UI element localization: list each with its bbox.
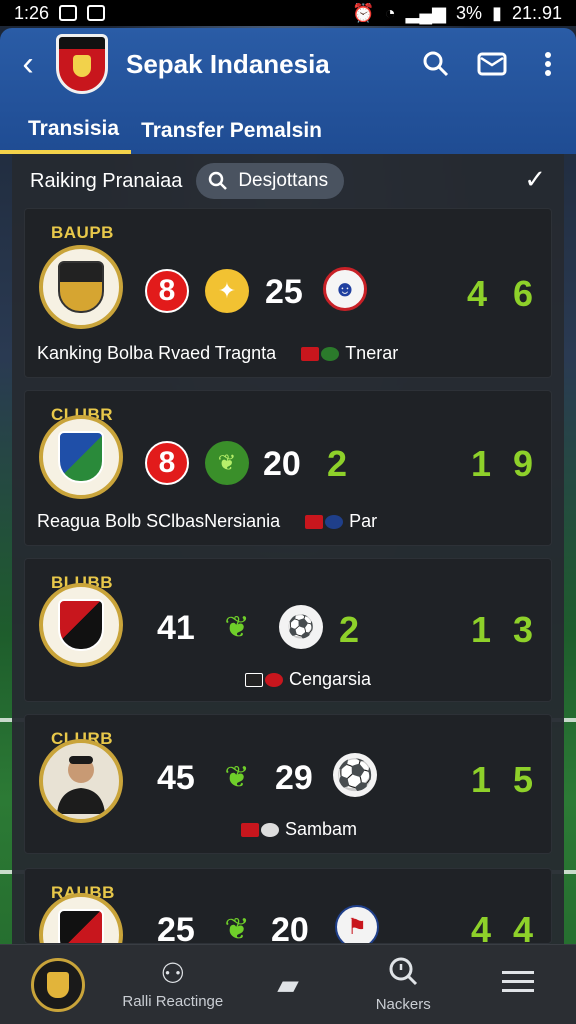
club-home-icon	[30, 957, 85, 1012]
search-chip-label: Desjottans	[238, 170, 329, 191]
app-bar: ‹ Sepak Indanesia Transisia Transfer Pem…	[0, 28, 576, 154]
mini-flags	[301, 347, 340, 362]
search-icon	[209, 171, 228, 190]
battery-percent: 3%	[456, 2, 483, 23]
club-crest	[39, 583, 123, 667]
menu-icon	[502, 969, 535, 1001]
soccer-ball-icon: ⚽	[333, 753, 377, 797]
leaf-icon: ❦	[224, 912, 250, 944]
card-subtitle-extra: Cengarsia	[289, 669, 372, 689]
stat-number: 41	[157, 609, 195, 647]
mini-flags	[241, 823, 279, 838]
score-b: 5	[513, 759, 534, 800]
bottom-nav: ⚇ Ralli Reactinge ▰ Nackers	[0, 944, 576, 1024]
lion-icon: ✦	[205, 269, 249, 313]
nav-news[interactable]: ▰	[230, 945, 345, 1024]
card-subtitle: Reagua Bolb SClbasNersiania Par	[37, 511, 377, 532]
newspaper-icon: ▰	[277, 968, 299, 1000]
club-mascot-icon: ☻	[323, 267, 367, 311]
club-crest	[39, 245, 123, 329]
more-vert-icon[interactable]	[520, 28, 576, 100]
stat-number-green: 2	[339, 609, 360, 650]
tab-bar: Transisia Transfer Pemalsin	[0, 108, 334, 154]
mini-flags	[245, 673, 283, 688]
score-b: 4	[513, 909, 534, 944]
card-subtitle-text: Reagua Bolb SClbasNersiania	[37, 511, 281, 531]
filter-label: Raiking Pranaiaa	[30, 169, 183, 192]
stat-number: 29	[275, 759, 313, 797]
wifi-icon: ◔	[384, 2, 396, 23]
score-a: 1	[471, 609, 492, 650]
status-time-right: 21:.91	[511, 2, 562, 23]
club-tag: BAUPB	[51, 223, 114, 242]
mini-flags	[305, 515, 344, 530]
score-b: 3	[513, 609, 534, 650]
score-b: 9	[513, 443, 534, 484]
card-subtitle: Cengarsia	[245, 669, 371, 690]
club-crest	[39, 415, 123, 499]
signal-icon: ▂▄▆	[405, 2, 447, 23]
check-icon[interactable]: ✓	[524, 164, 546, 195]
nav-home[interactable]	[0, 945, 115, 1024]
ranking-card[interactable]: BAUPB 8 ✦ 25 ☻ 4 6 Kanking Bolba Rvaed T…	[24, 208, 552, 378]
ranking-card[interactable]: CLURB 45 ❦ 29 ⚽ 1 5 Sambam	[24, 714, 552, 854]
score-a: 4	[471, 909, 492, 944]
score-a: 1	[471, 443, 492, 484]
leaf-icon: ❦	[224, 610, 250, 644]
stat-number: 25	[265, 273, 303, 311]
card-subtitle: Sambam	[241, 819, 357, 840]
score-b: 6	[513, 273, 534, 314]
filter-row: Raiking Pranaiaa Desjottans ✓	[12, 154, 564, 208]
stat-number: 20	[271, 911, 309, 944]
nav-menu[interactable]	[461, 945, 576, 1024]
soccer-ball-icon: ⚽	[279, 605, 323, 649]
club-logo	[56, 34, 108, 94]
player-avatar	[39, 739, 123, 823]
ranking-card[interactable]: RAUBB 25 ❦ 20 ⚑ 4 4	[24, 868, 552, 944]
leaf-icon: ❦	[205, 441, 249, 485]
rank-badge: 8	[145, 269, 189, 313]
card-subtitle-extra: Sambam	[285, 819, 358, 839]
stat-number: 25	[157, 911, 195, 944]
club-crest-small-icon: ⚑	[335, 905, 379, 943]
rank-badge: 8	[145, 441, 189, 485]
ranking-card[interactable]: CLUBR 8 ❦ 20 2 1 9 Reagua Bolb SClbasNer…	[24, 390, 552, 546]
score-a: 1	[471, 759, 492, 800]
ranking-card[interactable]: BLUBB 41 ❦ ⚽ 2 1 3 Cengarsia	[24, 558, 552, 702]
battery-icon: ▮	[492, 2, 502, 23]
tab-transisia[interactable]: Transisia	[0, 108, 132, 154]
camera-notification-icon	[59, 5, 78, 21]
nav-rankings[interactable]: ⚇ Ralli Reactinge	[115, 945, 230, 1024]
search-stats-icon	[388, 956, 418, 992]
leaf-icon: ❦	[224, 760, 250, 794]
back-arrow-icon[interactable]: ‹	[0, 28, 56, 100]
stat-number: 20	[263, 445, 301, 483]
app-title: Sepak Indanesia	[126, 48, 330, 79]
ranking-panel: Raiking Pranaiaa Desjottans ✓ BAUPB 8 ✦ …	[12, 154, 564, 944]
people-icon: ⚇	[160, 958, 186, 989]
stat-number-green: 2	[327, 443, 348, 484]
alarm-icon: ⏰	[352, 2, 375, 23]
nav-label: Ralli Reactinge	[122, 993, 224, 1010]
status-bar: 1:26 ⏰ ◔ ▂▄▆ 3% ▮ 21:.91	[0, 0, 576, 26]
card-subtitle-extra: Tnerar	[345, 343, 399, 363]
card-subtitle-text: Kanking Bolba Rvaed Tragnta	[37, 343, 277, 363]
status-time-left: 1:26	[14, 2, 50, 23]
search-chip[interactable]: Desjottans	[196, 163, 345, 199]
stat-number: 45	[157, 759, 195, 797]
nav-trackers[interactable]: Nackers	[346, 945, 461, 1024]
mail-icon[interactable]	[464, 28, 520, 100]
image-notification-icon	[87, 5, 106, 21]
card-subtitle-extra: Par	[349, 511, 378, 531]
score-a: 4	[467, 273, 488, 314]
nav-label: Nackers	[375, 996, 431, 1013]
search-icon[interactable]	[408, 28, 464, 100]
tab-transfer[interactable]: Transfer Pemalsin	[131, 108, 334, 154]
card-subtitle: Kanking Bolba Rvaed Tragnta Tnerar	[37, 343, 398, 364]
